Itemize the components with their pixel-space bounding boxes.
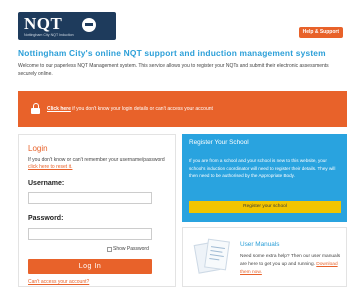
login-help-alert: Click here if you don't know your login … [18,91,347,127]
site-title: Nottingham City's online NQT support and… [18,48,326,58]
lock-icon [31,103,40,114]
manuals-text: Need some extra help? Then our user manu… [240,253,342,277]
alert-message: if you don't know your login details or … [70,106,213,112]
alert-text: Click here if you don't know your login … [47,106,213,112]
password-label: Password: [28,215,64,222]
logo-subtitle: Nottingham City NQT Induction [24,33,74,37]
user-manuals-panel: User Manuals Need some extra help? Then … [182,227,347,287]
nqt-logo[interactable]: NQT Nottingham City NQT Induction [18,12,116,40]
register-school-button[interactable]: Register your school [189,201,341,213]
login-help-text: If you don't know or can't remember your… [28,157,168,171]
register-title: Register Your School [189,139,249,146]
show-password-label: Show Password [113,246,149,252]
click-here-link[interactable]: Click here [47,106,71,112]
login-title: Login [28,144,48,153]
username-input[interactable] [28,192,152,204]
intro-text: Welcome to our paperless NQT Management … [18,63,329,77]
login-panel: Login If you don't know or can't remembe… [18,134,176,287]
help-support-button[interactable]: Help & Support [298,27,343,38]
login-help-message: If you don't know or can't remember your… [28,157,165,163]
password-input[interactable] [28,228,152,240]
reset-password-link[interactable]: click here to reset it. [28,164,72,170]
logo-text: NQT [24,14,63,33]
register-text: If you are from a school and your school… [189,158,336,179]
username-label: Username: [28,180,65,187]
cant-access-link[interactable]: Can't access your account? [28,279,89,285]
manuals-title: User Manuals [240,241,280,248]
page: NQT Nottingham City NQT Induction Help &… [12,8,347,287]
logo-badge-icon [82,18,96,32]
show-password-checkbox[interactable] [107,246,112,252]
login-button[interactable]: Log In [28,259,152,274]
show-password-toggle[interactable]: Show Password [107,246,149,252]
manual-document-icon [192,237,232,274]
register-school-panel: Register Your School If you are from a s… [182,134,347,222]
